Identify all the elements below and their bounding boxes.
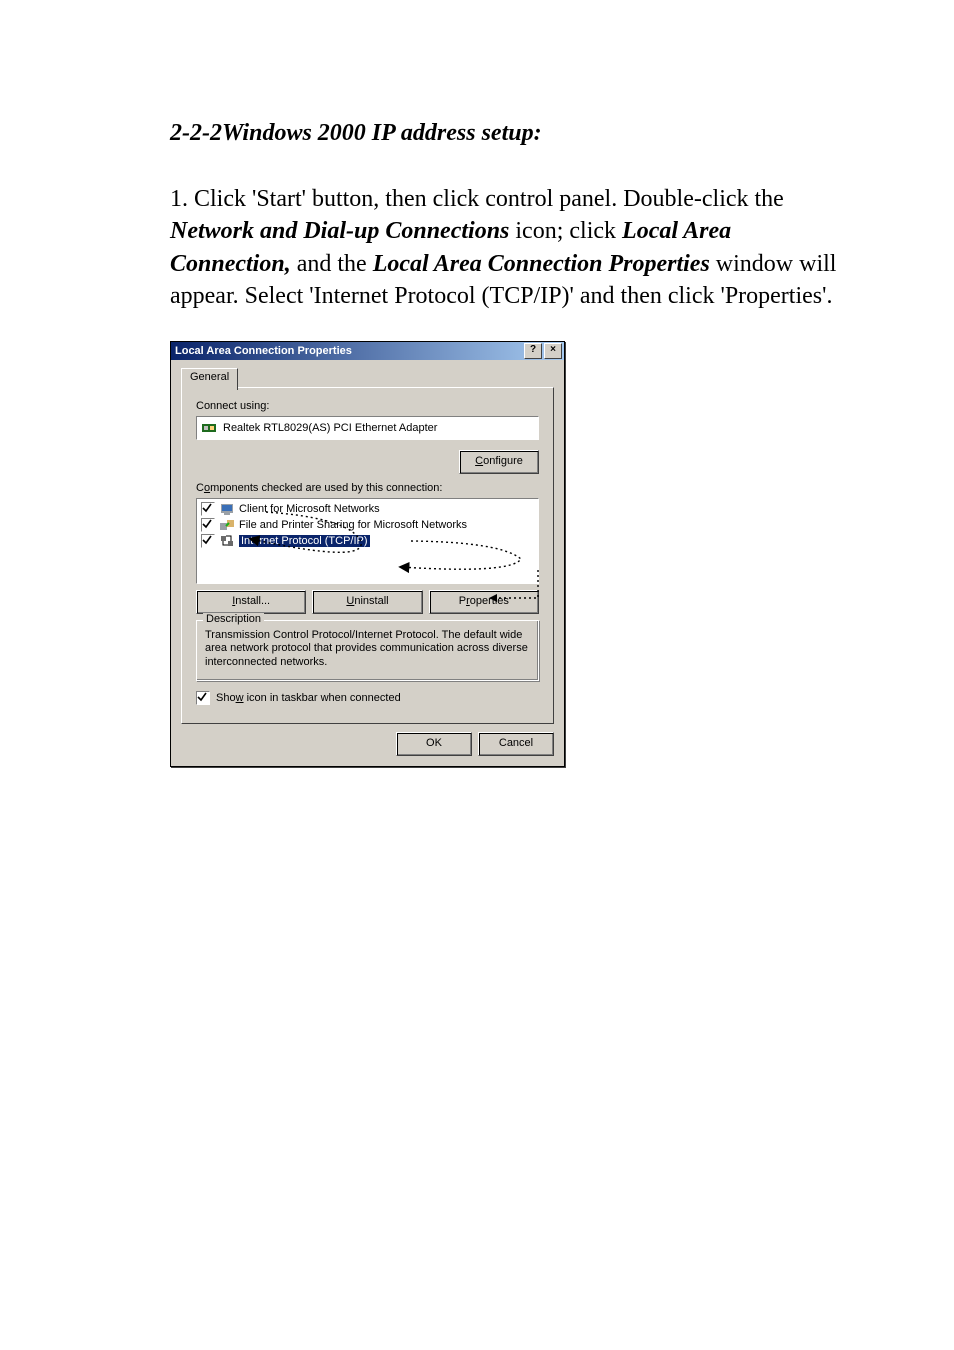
description-legend: Description — [203, 613, 264, 625]
titlebar-close-button[interactable]: × — [544, 343, 562, 359]
titlebar-help-button[interactable]: ? — [524, 343, 542, 359]
list-item-label: File and Printer Sharing for Microsoft N… — [239, 519, 467, 531]
configure-button[interactable]: Configure — [459, 450, 539, 474]
adapter-name: Realtek RTL8029(AS) PCI Ethernet Adapter — [223, 422, 437, 434]
show-icon-checkbox[interactable] — [196, 691, 210, 705]
share-icon — [219, 517, 235, 533]
properties-button[interactable]: Properties — [429, 590, 539, 614]
uninstall-button[interactable]: Uninstall — [312, 590, 422, 614]
checkbox[interactable] — [201, 502, 215, 516]
titlebar: Local Area Connection Properties ? × — [171, 342, 564, 360]
description-group: Description Transmission Control Protoco… — [196, 620, 539, 681]
connect-using-label: Connect using: — [196, 400, 539, 412]
instruction-paragraph: 1. Click 'Start' button, then click cont… — [170, 183, 846, 313]
list-item[interactable]: Internet Protocol (TCP/IP) — [199, 533, 536, 549]
dialog-local-area-connection-properties: Local Area Connection Properties ? × Gen… — [170, 341, 565, 767]
description-text: Transmission Control Protocol/Internet P… — [205, 629, 530, 670]
nic-icon — [201, 420, 217, 436]
checkbox[interactable] — [201, 518, 215, 532]
list-item[interactable]: Client for Microsoft Networks — [199, 501, 536, 517]
components-label: Components checked are used by this conn… — [196, 482, 539, 494]
titlebar-title: Local Area Connection Properties — [175, 345, 522, 357]
protocol-icon — [219, 533, 235, 549]
list-item-label: Internet Protocol (TCP/IP) — [239, 535, 370, 547]
list-item-label: Client for Microsoft Networks — [239, 503, 380, 515]
ok-button[interactable]: OK — [396, 732, 472, 756]
tab-panel-general: Connect using: Realtek RTL8029(AS) PCI E… — [181, 387, 554, 724]
cancel-button[interactable]: Cancel — [478, 732, 554, 756]
checkbox[interactable] — [201, 534, 215, 548]
components-listbox[interactable]: Client for Microsoft Networks File and P… — [196, 498, 539, 584]
tab-general[interactable]: General — [181, 368, 238, 390]
install-button[interactable]: Install... — [196, 590, 306, 614]
client-icon — [219, 501, 235, 517]
show-icon-label: Show icon in taskbar when connected — [216, 692, 401, 704]
adapter-field: Realtek RTL8029(AS) PCI Ethernet Adapter — [196, 416, 539, 440]
section-heading: 2-2-2Windows 2000 IP address setup: — [170, 120, 846, 147]
list-item[interactable]: File and Printer Sharing for Microsoft N… — [199, 517, 536, 533]
